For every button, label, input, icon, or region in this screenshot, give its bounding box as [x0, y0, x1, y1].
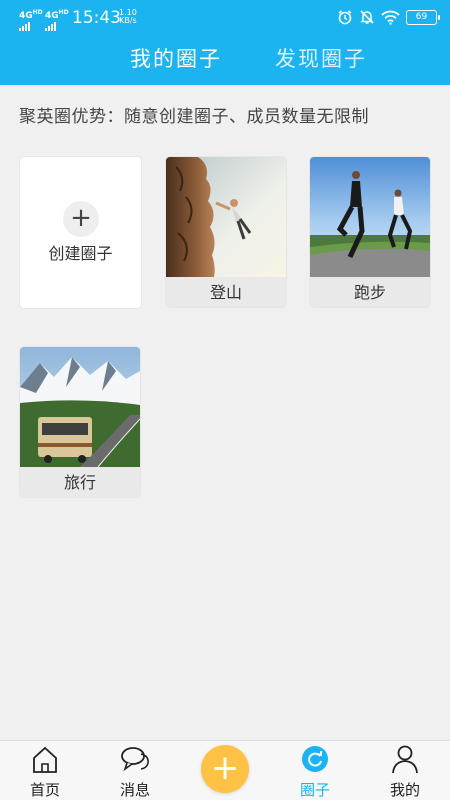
runners-photo [310, 157, 430, 277]
circle-card-travel[interactable]: 旅行 [19, 346, 141, 498]
circle-card-climbing[interactable]: 登山 [165, 156, 287, 308]
wifi-icon [381, 10, 400, 25]
clock: 15:43 [72, 8, 121, 28]
net-speed: 1.10 KB/s [119, 8, 137, 25]
chat-bubbles-icon [121, 747, 149, 772]
nav-messages[interactable]: 消息 [100, 744, 170, 800]
circle-label: 跑步 [310, 277, 430, 307]
alarm-icon [338, 10, 352, 25]
mute-icon [360, 10, 374, 24]
network-type-1: 4G [19, 11, 33, 21]
signal-bars-icon [45, 22, 69, 31]
signal-bars-icon [19, 22, 43, 31]
tab-my-circles[interactable]: 我的圈子 [130, 45, 222, 73]
tab-discover-circles[interactable]: 发现圈子 [275, 45, 367, 73]
nav-circles[interactable]: 圈子 [280, 744, 350, 800]
circle-label: 旅行 [20, 467, 140, 497]
circle-label: 登山 [166, 277, 286, 307]
nav-label: 圈子 [299, 781, 330, 799]
status-icons: 69 [337, 9, 440, 25]
nav-profile[interactable]: 我的 [370, 744, 440, 800]
plus-icon: + [210, 748, 240, 788]
nav-label: 首页 [29, 781, 60, 799]
circle-card-running[interactable]: 跑步 [309, 156, 431, 308]
plus-icon: + [63, 201, 99, 237]
signal-2: 4GHD [45, 8, 69, 31]
motorhome-road-photo [20, 347, 140, 467]
rock-climber-photo [166, 157, 286, 277]
status-bar: 4GHD 4GHD 15:43 1.10 KB/s 69 [0, 0, 450, 35]
nav-label: 我的 [389, 781, 420, 799]
create-circle-label: 创建圈子 [48, 244, 113, 263]
nav-label: 消息 [119, 781, 150, 799]
header: 我的圈子 发现圈子 [0, 35, 450, 85]
circle-refresh-icon [302, 746, 328, 772]
person-icon [392, 745, 418, 774]
battery-icon: 69 [406, 9, 440, 25]
nav-home[interactable]: 首页 [10, 744, 80, 800]
network-type-2: 4G [45, 11, 59, 21]
home-icon [33, 746, 57, 773]
add-fab-button[interactable]: + [201, 745, 249, 793]
create-circle-card[interactable]: + 创建圈子 [19, 156, 142, 309]
advantage-banner: 聚英圈优势：随意创建圈子、成员数量无限制 [19, 107, 369, 127]
signal-1: 4GHD [19, 8, 43, 31]
